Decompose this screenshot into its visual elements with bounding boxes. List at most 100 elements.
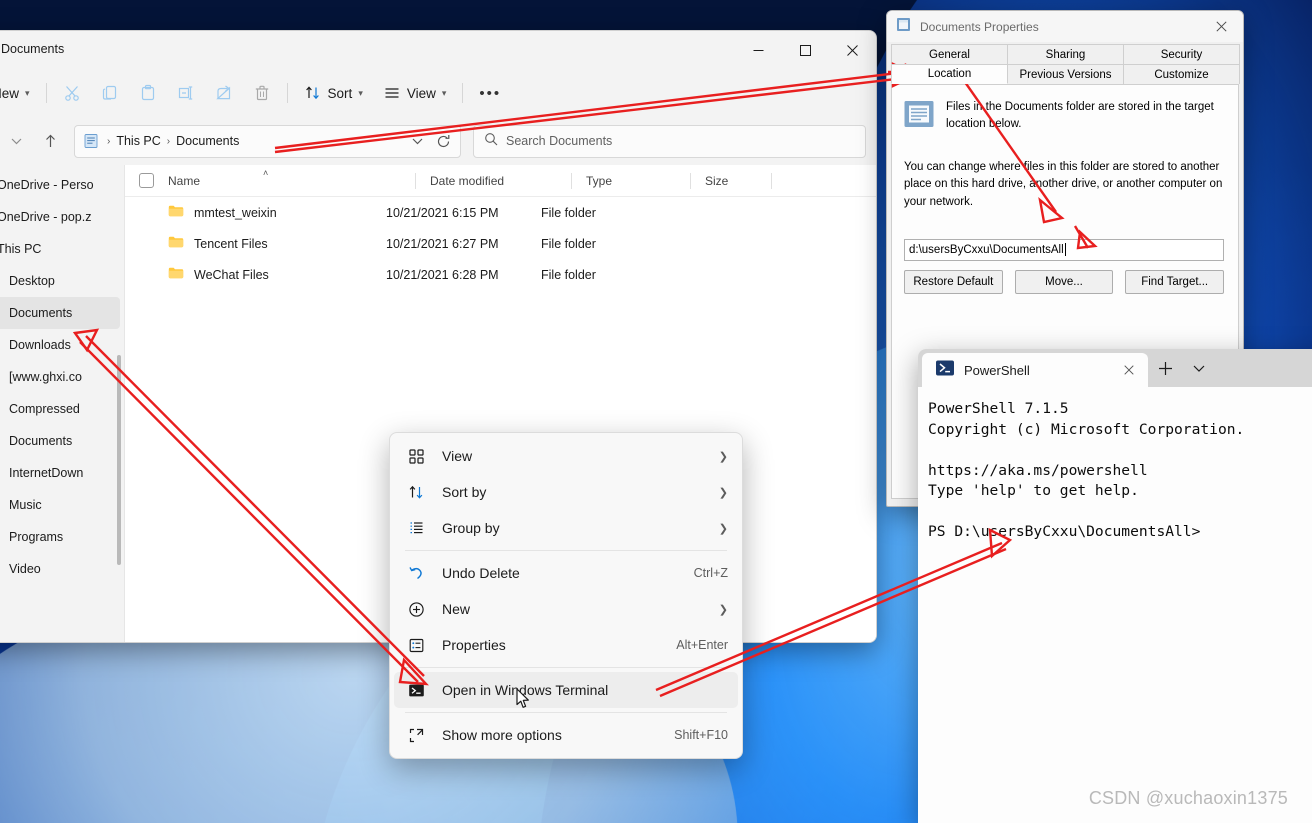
navigation-pane[interactable]: OneDrive - Perso OneDrive - pop.z This PC D…: [0, 165, 124, 642]
share-button[interactable]: [206, 76, 242, 110]
sidebar-item-label: Documents: [9, 434, 73, 448]
sidebar-item-label: Compressed: [9, 402, 80, 416]
sidebar-item-label: Video: [9, 562, 41, 576]
sidebar-item-this-pc[interactable]: This PC: [0, 233, 120, 265]
tab-location[interactable]: Location: [891, 64, 1008, 84]
cell-date-modified: 10/21/2021 6:27 PM: [386, 236, 499, 251]
terminal-icon: [406, 680, 426, 700]
sidebar-item-documents[interactable]: Documents: [0, 425, 120, 457]
close-icon[interactable]: [1199, 11, 1243, 42]
search-box[interactable]: Search Documents: [473, 124, 866, 158]
sidebar-item-desktop[interactable]: Desktop: [0, 265, 120, 297]
select-all-checkbox[interactable]: [139, 173, 154, 188]
table-row[interactable]: WeChat Files 10/21/2021 6:28 PM File folde…: [125, 259, 876, 290]
sidebar-item-internetdown[interactable]: InternetDown: [0, 457, 120, 489]
windows-terminal-window[interactable]: PowerShell PowerShell 7.1.5 Copyright (c)…: [918, 349, 1312, 823]
more-options-button[interactable]: •••: [470, 76, 510, 110]
tab-general[interactable]: General: [891, 44, 1008, 64]
group-list-icon: [406, 518, 426, 538]
tab-previous-versions[interactable]: Previous Versions: [1007, 64, 1124, 84]
sidebar-item-documents[interactable]: Documents: [0, 297, 120, 329]
tab-security[interactable]: Security: [1123, 44, 1240, 64]
terminal-output[interactable]: PowerShell 7.1.5 Copyright (c) Microsoft …: [918, 387, 1312, 543]
menu-item-label: New: [442, 601, 471, 617]
column-divider[interactable]: [771, 172, 772, 189]
column-header-type[interactable]: Type: [572, 174, 690, 188]
menu-item-label: Sort by: [442, 484, 487, 500]
sidebar-item-www-ghxi-co[interactable]: [www.ghxi.co: [0, 361, 120, 393]
menu-item-sort-by[interactable]: Sort by ❯: [394, 474, 738, 510]
menu-item-open-in-windows-terminal[interactable]: Open in Windows Terminal: [394, 672, 738, 708]
column-headers: Name ˄ Date modified Type Size: [125, 165, 876, 197]
table-row[interactable]: mmtest_weixin 10/21/2021 6:15 PM File fold…: [125, 197, 876, 228]
chevron-down-icon[interactable]: [1182, 351, 1216, 385]
explorer-title: Documents: [1, 42, 65, 56]
menu-separator: [405, 550, 727, 551]
sort-button-label: Sort: [327, 85, 353, 101]
tab-customize[interactable]: Customize: [1123, 64, 1240, 84]
menu-item-shortcut: Ctrl+Z: [693, 566, 728, 580]
menu-item-label: Show more options: [442, 727, 562, 743]
view-button[interactable]: View ▾: [374, 76, 456, 110]
explorer-toolbar: New ▾: [0, 69, 876, 117]
delete-button[interactable]: [244, 76, 280, 110]
new-button[interactable]: New ▾: [0, 76, 39, 110]
target-path-input[interactable]: d:\usersByCxxu\DocumentsAll: [904, 238, 1224, 261]
copy-button[interactable]: [92, 76, 128, 110]
paste-icon: [139, 84, 157, 102]
breadcrumb-separator: ›: [166, 135, 171, 147]
breadcrumb-item-this-pc[interactable]: This PC: [112, 134, 164, 148]
rename-button[interactable]: [168, 76, 204, 110]
sort-button[interactable]: Sort ▾: [295, 76, 372, 110]
close-icon[interactable]: [1116, 357, 1142, 383]
folder-icon: [168, 265, 184, 284]
tab-sharing[interactable]: Sharing: [1007, 44, 1124, 64]
cut-button[interactable]: [54, 76, 90, 110]
menu-item-show-more-options[interactable]: Show more options Shift+F10: [394, 717, 738, 753]
context-menu[interactable]: View ❯ Sort by ❯ Group by ❯ Undo Delete Ctrl+Z N…: [389, 432, 743, 759]
breadcrumb-bar[interactable]: › This PC › Documents: [74, 124, 461, 158]
sidebar-item-onedrive-perso[interactable]: OneDrive - Perso: [0, 169, 120, 201]
close-button[interactable]: [829, 31, 876, 69]
sidebar-item-downloads[interactable]: Downloads: [0, 329, 120, 361]
sidebar-item-music[interactable]: Music: [0, 489, 120, 521]
move-button[interactable]: Move...: [1014, 269, 1114, 294]
menu-item-new[interactable]: New ❯: [394, 591, 738, 627]
menu-item-group-by[interactable]: Group by ❯: [394, 510, 738, 546]
paste-button[interactable]: [130, 76, 166, 110]
find-target-button[interactable]: Find Target...: [1125, 269, 1225, 294]
up-button[interactable]: [34, 125, 66, 157]
sidebar-item-onedrive-pop-z[interactable]: OneDrive - pop.z: [0, 201, 120, 233]
cell-date-modified: 10/21/2021 6:15 PM: [386, 205, 499, 220]
table-row[interactable]: Tencent Files 10/21/2021 6:27 PM File fold…: [125, 228, 876, 259]
search-input[interactable]: Search Documents: [506, 134, 612, 148]
recent-locations-button[interactable]: [0, 125, 32, 157]
maximize-button[interactable]: [782, 31, 829, 69]
refresh-button[interactable]: [430, 128, 456, 154]
breadcrumb-dropdown-button[interactable]: [404, 128, 430, 154]
breadcrumb-item-documents[interactable]: Documents: [172, 134, 243, 148]
menu-item-undo-delete[interactable]: Undo Delete Ctrl+Z: [394, 555, 738, 591]
sidebar-item-compressed[interactable]: Compressed: [0, 393, 120, 425]
column-header-date[interactable]: Date modified: [416, 174, 571, 188]
column-header-name[interactable]: Name ˄: [168, 168, 415, 188]
column-header-size[interactable]: Size: [691, 174, 771, 188]
sidebar-item-label: Downloads: [9, 338, 71, 352]
terminal-tabbar: PowerShell: [918, 349, 1312, 387]
file-name-label: Tencent Files: [194, 236, 268, 251]
restore-default-button[interactable]: Restore Default: [904, 269, 1003, 294]
plus-icon[interactable]: [1148, 351, 1182, 385]
terminal-line: PS D:\usersByCxxu\DocumentsAll>: [928, 523, 1201, 540]
sidebar-item-programs[interactable]: Programs: [0, 521, 120, 553]
plus-circle-icon: [406, 599, 426, 619]
minimize-button[interactable]: [735, 31, 782, 69]
menu-item-view[interactable]: View ❯: [394, 438, 738, 474]
sidebar-item-video[interactable]: Video: [0, 553, 120, 585]
target-path-value: d:\usersByCxxu\DocumentsAll: [909, 243, 1064, 256]
chevron-down-icon: ▾: [25, 87, 30, 98]
sidebar-scrollbar[interactable]: [117, 355, 121, 565]
powershell-icon: [936, 360, 954, 381]
menu-item-properties[interactable]: Properties Alt+Enter: [394, 627, 738, 663]
terminal-tab-powershell[interactable]: PowerShell: [922, 353, 1148, 387]
